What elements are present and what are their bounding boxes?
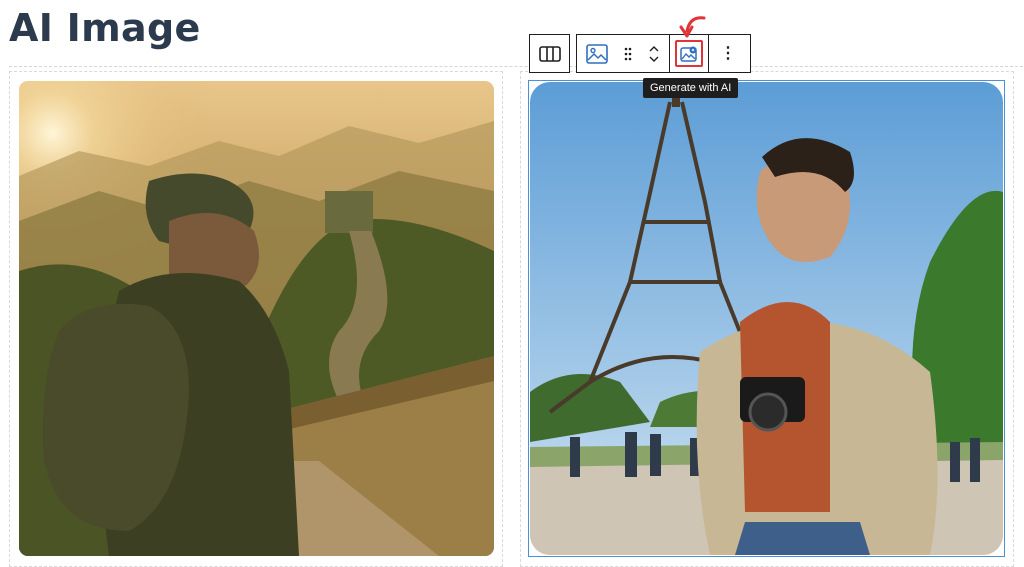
drag-handle-icon xyxy=(624,47,632,60)
more-options-icon: ⋮ xyxy=(720,44,736,62)
annotation-arrow-icon xyxy=(679,16,706,38)
page-title: AI Image xyxy=(9,6,201,50)
generate-with-ai-button[interactable] xyxy=(675,40,703,67)
more-options-button[interactable]: ⋮ xyxy=(709,35,747,72)
image-block-button[interactable] xyxy=(577,35,617,72)
move-controls xyxy=(639,35,669,72)
chevron-up-icon[interactable] xyxy=(649,45,659,52)
image-block-toolbar: ⋮ xyxy=(576,34,751,73)
tooltip-generate-with-ai: Generate with AI xyxy=(643,78,739,98)
columns-icon xyxy=(538,45,561,62)
chevron-down-icon[interactable] xyxy=(649,56,659,63)
ai-image-icon xyxy=(680,46,697,62)
columns-block-button[interactable] xyxy=(529,34,570,73)
great-wall-traveler-image[interactable] xyxy=(19,81,494,556)
drag-handle[interactable] xyxy=(617,35,639,72)
image-icon xyxy=(586,43,608,64)
eiffel-tower-photographer-image[interactable] xyxy=(530,82,1003,555)
